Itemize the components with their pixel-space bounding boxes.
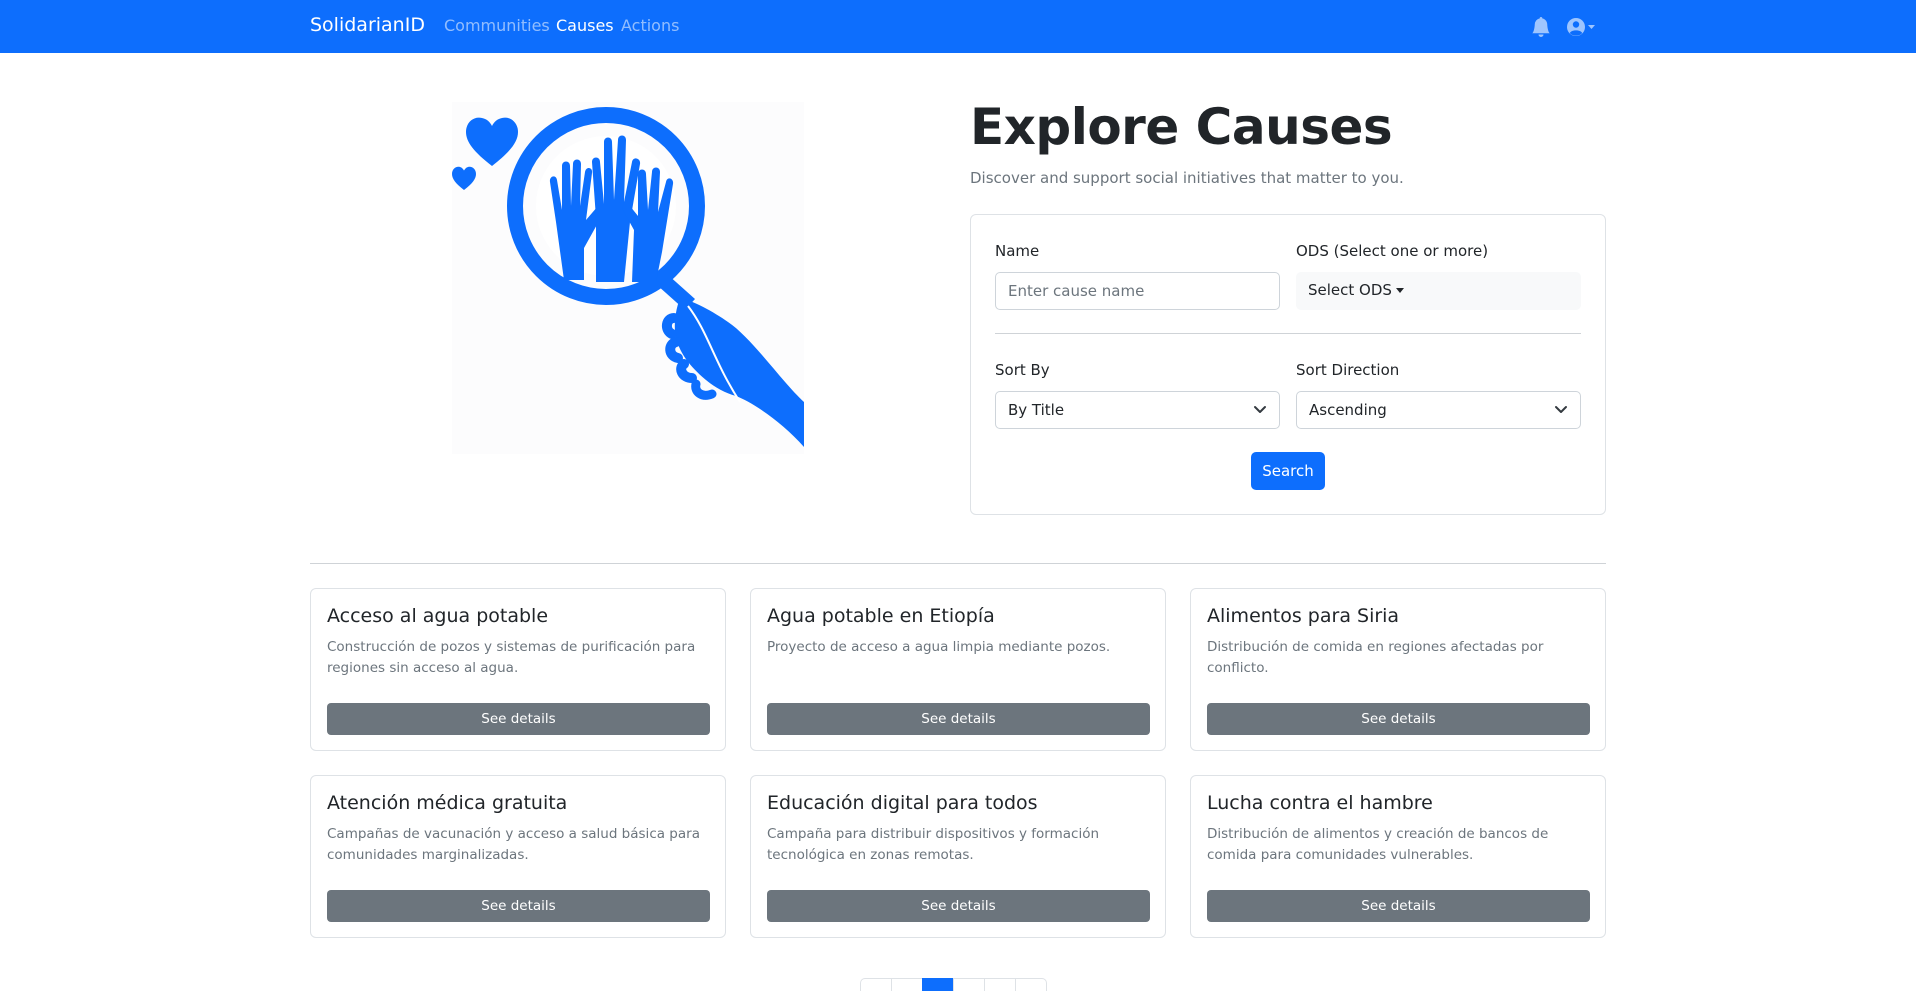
cause-title: Educación digital para todos <box>767 792 1038 814</box>
cause-card: Educación digital para todos Campaña par… <box>750 775 1166 938</box>
page-item-button[interactable] <box>953 978 985 991</box>
sort-direction-value: Ascending <box>1309 401 1387 419</box>
ods-label: ODS (Select one or more) <box>1296 242 1489 260</box>
section-divider <box>310 563 1606 564</box>
cause-card: Agua potable en Etiopía Proyecto de acce… <box>750 588 1166 751</box>
filter-panel: Name ODS (Select one or more) Select ODS… <box>970 214 1606 515</box>
cause-title: Acceso al agua potable <box>327 605 549 627</box>
cause-title: Lucha contra el hambre <box>1207 792 1433 814</box>
chevron-down-icon <box>1254 406 1266 413</box>
page-last-button[interactable] <box>1015 978 1047 991</box>
page-prev-button[interactable] <box>891 978 923 991</box>
name-label: Name <box>995 242 1040 260</box>
page-title: Explore Causes <box>970 98 1393 156</box>
page-next-button[interactable] <box>984 978 1016 991</box>
cause-description: Campaña para distribuir dispositivos y f… <box>767 826 1100 863</box>
cause-name-input[interactable] <box>995 272 1280 310</box>
see-details-button[interactable]: See details <box>327 703 710 735</box>
page-first-button[interactable] <box>860 978 892 991</box>
cause-card: Lucha contra el hambre Distribución de a… <box>1190 775 1606 938</box>
brand-logo[interactable]: SolidarianID <box>310 14 425 36</box>
sort-direction-label: Sort Direction <box>1296 361 1400 379</box>
search-button[interactable]: Search <box>1251 452 1325 490</box>
cause-card: Acceso al agua potable Construcción de p… <box>310 588 726 751</box>
cause-description: Proyecto de acceso a agua limpia mediant… <box>767 639 1111 655</box>
bell-icon[interactable] <box>1531 16 1551 38</box>
cause-card: Atención médica gratuita Campañas de vac… <box>310 775 726 938</box>
pagination <box>860 978 1047 991</box>
caret-down-icon <box>1395 288 1404 293</box>
nav-link-causes[interactable]: Causes <box>556 16 614 35</box>
select-ods-dropdown[interactable]: Select ODS <box>1296 272 1581 310</box>
sort-by-select[interactable]: By Title <box>995 391 1280 429</box>
cause-title: Agua potable en Etiopía <box>767 605 995 627</box>
cause-description: Distribución de comida en regiones afect… <box>1207 639 1544 676</box>
user-circle-icon[interactable] <box>1565 15 1599 39</box>
nav-link-communities[interactable]: Communities <box>444 16 550 35</box>
cause-description: Construcción de pozos y sistemas de puri… <box>327 639 696 676</box>
form-divider <box>995 333 1581 334</box>
page-current-button[interactable] <box>922 978 954 991</box>
see-details-button[interactable]: See details <box>767 703 1150 735</box>
see-details-button[interactable]: See details <box>327 890 710 922</box>
cause-description: Distribución de alimentos y creación de … <box>1207 826 1549 863</box>
sort-by-label: Sort By <box>995 361 1050 379</box>
hero-illustration <box>452 102 804 454</box>
navbar: SolidarianID Communities Causes Actions <box>0 0 1916 53</box>
page-subtitle: Discover and support social initiatives … <box>970 169 1404 187</box>
cause-title: Alimentos para Siria <box>1207 605 1400 627</box>
cause-title: Atención médica gratuita <box>327 792 568 814</box>
see-details-button[interactable]: See details <box>767 890 1150 922</box>
see-details-button[interactable]: See details <box>1207 890 1590 922</box>
chevron-down-icon <box>1555 406 1567 413</box>
cause-description: Campañas de vacunación y acceso a salud … <box>327 826 700 863</box>
cause-card: Alimentos para Siria Distribución de com… <box>1190 588 1606 751</box>
nav-link-actions[interactable]: Actions <box>621 16 679 35</box>
see-details-button[interactable]: See details <box>1207 703 1590 735</box>
select-ods-label: Select ODS <box>1308 281 1392 299</box>
sort-by-value: By Title <box>1008 401 1065 419</box>
sort-direction-select[interactable]: Ascending <box>1296 391 1581 429</box>
